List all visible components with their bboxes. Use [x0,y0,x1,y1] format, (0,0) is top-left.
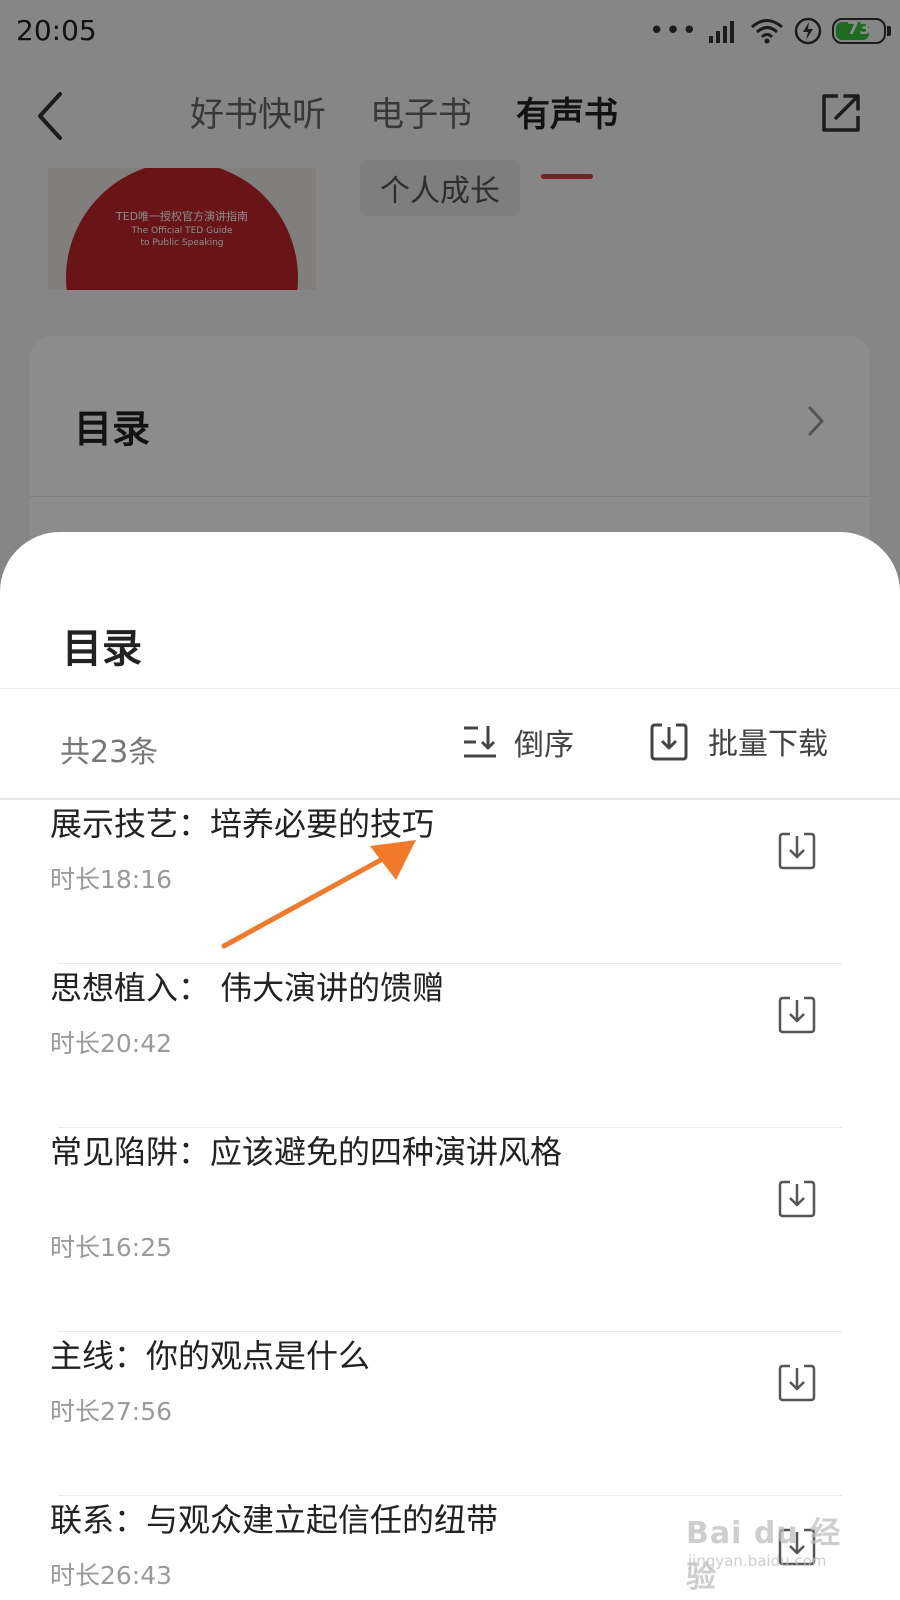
reverse-order-label: 倒序 [514,728,574,763]
sheet-toolbar: 共23条 倒序 批量下载 [0,689,900,797]
chapter-title: 展示技艺：培养必要的技巧 [50,805,435,843]
sort-order-icon [464,726,496,758]
reverse-order-button[interactable]: 倒序 [462,719,574,765]
sheet-title: 目录 [62,626,142,672]
download-icon[interactable] [778,1178,816,1218]
batch-download-label: 批量下载 [708,727,828,762]
chapter-duration: 时长18:16 [50,865,173,894]
download-icon[interactable] [778,994,816,1034]
chapter-item[interactable]: 展示技艺：培养必要的技巧 时长18:16 [0,800,900,964]
chapter-list: 展示技艺：培养必要的技巧 时长18:16 思想植入： 伟大演讲的馈赠 时长20:… [0,800,900,1600]
chapter-item[interactable]: 思想植入： 伟大演讲的馈赠 时长20:42 [0,964,900,1128]
baidu-jingyan-watermark: Bai du 经验 jingyan.baidu.com [686,1508,866,1595]
chapter-duration: 时长20:42 [50,1029,173,1058]
chapter-title: 联系：与观众建立起信任的纽带 [50,1501,499,1539]
chapter-title: 主线：你的观点是什么 [50,1337,371,1375]
chapter-count: 共23条 [60,735,159,770]
chapter-title: 常见陷阱：应该避免的四种演讲风格 [50,1133,563,1171]
download-icon[interactable] [778,1362,816,1402]
watermark-url: jingyan.baidu.com [688,1552,827,1570]
chapter-item[interactable]: 常见陷阱：应该避免的四种演讲风格 时长16:25 [0,1128,900,1332]
chapter-title: 思想植入： 伟大演讲的馈赠 [50,969,445,1007]
toc-bottom-sheet: 目录 共23条 倒序 批量下载 展示技艺：培养必要的技巧 时长18:16 思想植… [0,532,900,1600]
chapter-duration: 时长16:25 [50,1233,173,1262]
download-icon[interactable] [778,830,816,870]
chapter-item[interactable]: 主线：你的观点是什么 时长27:56 [0,1332,900,1496]
chapter-duration: 时长26:43 [50,1561,173,1590]
batch-download-button[interactable]: 批量下载 [650,717,828,765]
download-icon [650,723,688,761]
chapter-duration: 时长27:56 [50,1397,173,1426]
